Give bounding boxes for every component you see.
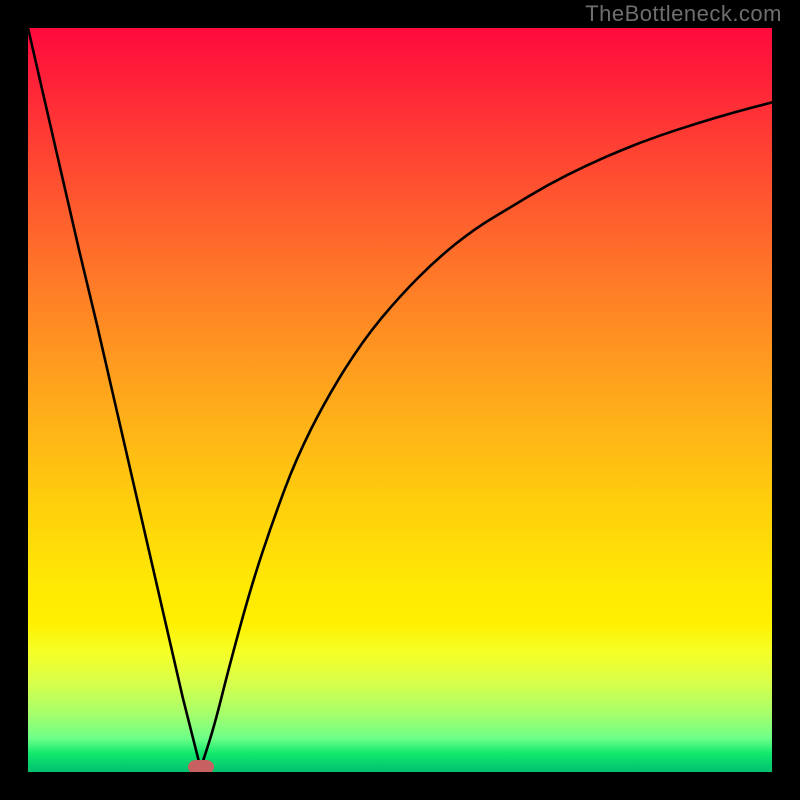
watermark-text: TheBottleneck.com — [585, 1, 782, 27]
bottleneck-curve — [28, 28, 772, 772]
minimum-marker — [188, 760, 214, 772]
chart-frame: TheBottleneck.com — [0, 0, 800, 800]
plot-area — [28, 28, 772, 772]
